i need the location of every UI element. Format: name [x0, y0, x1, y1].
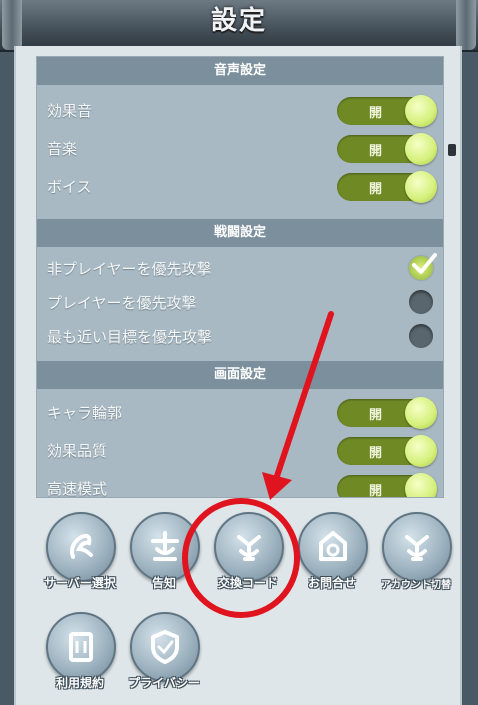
setting-label: 高速模式: [47, 480, 108, 498]
setting-label: 非プレイヤーを優先攻撃: [47, 260, 212, 278]
sound-effects-toggle[interactable]: 開: [337, 95, 437, 127]
account-switch-button[interactable]: アカウント切替: [374, 512, 458, 602]
voice-toggle[interactable]: 開: [337, 171, 437, 203]
setting-row-target-player[interactable]: プレイヤーを優先攻撃: [37, 283, 443, 321]
effect-quality-toggle[interactable]: 開: [337, 435, 437, 467]
setting-label: 効果音: [47, 102, 93, 120]
setting-label: 音楽: [47, 140, 78, 158]
terms-icon: [46, 612, 116, 682]
toggle-knob: [405, 95, 437, 127]
title-banner: 設定: [0, 0, 478, 52]
section-header-combat: 戦闘設定: [37, 219, 443, 247]
setting-label: 効果品質: [47, 442, 108, 460]
toggle-state-label: 開: [369, 182, 383, 197]
music-toggle[interactable]: 開: [337, 133, 437, 165]
setting-row-sound-effects: 効果音 開: [37, 91, 443, 129]
contact-icon: [298, 512, 368, 582]
toggle-state-label: 開: [369, 446, 383, 461]
setting-row-target-non-player[interactable]: 非プレイヤーを優先攻撃: [37, 249, 443, 287]
privacy-label: プライバシー: [128, 676, 200, 690]
exchange-code-icon: [214, 512, 284, 582]
page-title: 設定: [210, 6, 267, 36]
toggle-state-label: 開: [369, 144, 383, 159]
notice-icon: [130, 512, 200, 582]
setting-label: 最も近い目標を優先攻撃: [47, 328, 213, 346]
terms-button[interactable]: 利用規約: [38, 612, 122, 702]
setting-row-music: 音楽 開: [37, 129, 443, 167]
target-non-player-radio[interactable]: [409, 253, 437, 280]
section-header-audio: 音声設定: [37, 57, 443, 85]
settings-panel[interactable]: 音声設定 効果音 開 音楽 開 ボイス 開 戦闘設定 非プレイヤーを優先攻撃 プ…: [36, 56, 444, 498]
section-header-display: 画面設定: [37, 361, 443, 389]
toggle-knob: [405, 473, 437, 497]
setting-row-high-speed-mode: 高速模式 開: [37, 469, 443, 498]
exchange-code-button[interactable]: 交換コード: [206, 512, 290, 602]
toggle-state-label: 開: [369, 408, 383, 423]
checkmark-icon: [412, 253, 437, 274]
setting-row-effect-quality: 効果品質 開: [37, 431, 443, 469]
setting-label: プレイヤーを優先攻撃: [47, 294, 197, 312]
character-outline-toggle[interactable]: 開: [337, 397, 437, 429]
account-switch-icon: [382, 512, 452, 582]
contact-button[interactable]: お問合せ: [290, 512, 374, 602]
server-icon: [46, 512, 116, 582]
settings-window: 音声設定 効果音 開 音楽 開 ボイス 開 戦闘設定 非プレイヤーを優先攻撃 プ…: [14, 46, 462, 705]
setting-label: ボイス: [47, 178, 92, 196]
toggle-knob: [405, 171, 437, 203]
setting-row-target-nearest[interactable]: 最も近い目標を優先攻撃: [37, 317, 443, 355]
setting-row-voice: ボイス 開: [37, 167, 443, 205]
high-speed-mode-toggle[interactable]: 開: [337, 473, 437, 498]
setting-row-character-outline: キャラ輪郭 開: [37, 393, 443, 431]
toggle-knob: [405, 397, 437, 429]
privacy-button[interactable]: プライバシー: [122, 612, 206, 702]
toggle-state-label: 開: [369, 106, 383, 121]
toggle-state-label: 開: [369, 484, 383, 498]
target-player-radio[interactable]: [409, 290, 433, 314]
account-switch-label: アカウント切替: [381, 580, 451, 591]
toggle-knob: [405, 133, 437, 165]
window-edge-handle: [448, 144, 456, 156]
target-nearest-radio[interactable]: [409, 324, 433, 348]
toggle-knob: [405, 435, 437, 467]
privacy-icon: [130, 612, 200, 682]
setting-label: キャラ輪郭: [47, 404, 123, 422]
notice-button[interactable]: 告知: [122, 512, 206, 602]
server-select-button[interactable]: サーバー選択: [38, 512, 122, 602]
